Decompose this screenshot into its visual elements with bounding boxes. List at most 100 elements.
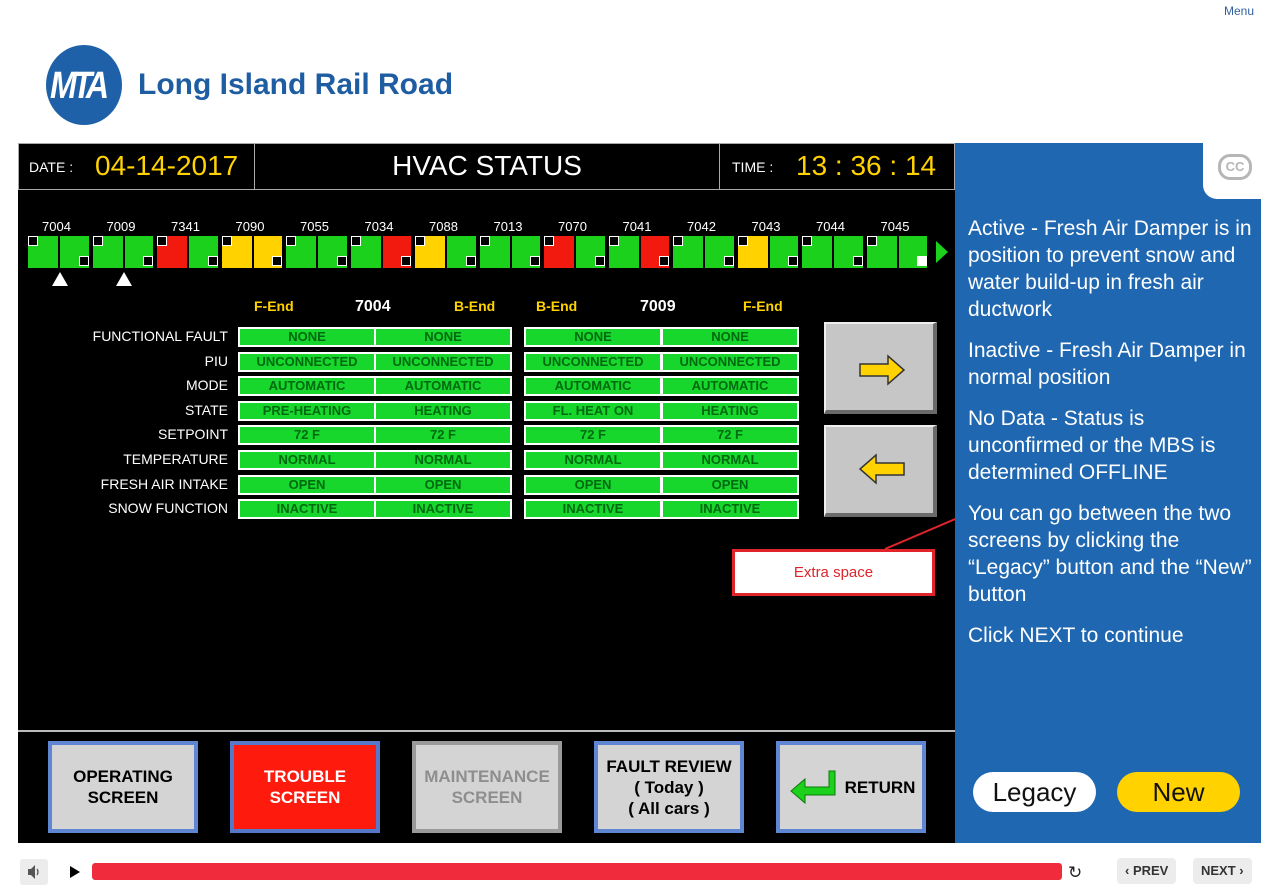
replay-icon[interactable]: ↻	[1068, 863, 1082, 883]
return-button[interactable]: RETURN	[776, 741, 926, 833]
car-number: 7055	[300, 219, 329, 234]
status-cell: NONE	[374, 327, 512, 347]
return-arrow-icon	[789, 770, 836, 805]
status-row-label: SNOW FUNCTION	[108, 500, 228, 517]
status-cell: AUTOMATIC	[661, 376, 799, 397]
time-cell: TIME : 13 : 36 : 14	[720, 144, 954, 189]
status-cell: AUTOMATIC	[374, 376, 512, 397]
date-value: 04-14-2017	[95, 150, 239, 181]
car-end-marker	[479, 236, 490, 246]
time-value: 13 : 36 : 14	[796, 150, 937, 181]
play-icon[interactable]	[70, 866, 80, 878]
status-row-label: TEMPERATURE	[123, 451, 228, 467]
prev-button[interactable]: ‹ PREV	[1117, 858, 1177, 884]
car-end-marker	[272, 256, 282, 266]
date-label: DATE :	[29, 159, 74, 175]
status-cell: NONE	[661, 327, 799, 347]
screen-title: HVAC STATUS	[255, 144, 720, 189]
status-cell: HEATING	[374, 400, 512, 421]
car-end-marker	[157, 236, 167, 246]
car-end-marker	[92, 236, 103, 246]
progress-bar[interactable]	[92, 863, 1062, 880]
status-row-label: MODE	[186, 377, 228, 394]
car-end-marker	[465, 256, 476, 266]
status-cell: PRE-HEATING	[238, 400, 376, 421]
status-cell: HEATING	[661, 400, 799, 421]
car-number: 7044	[816, 219, 845, 234]
button-label: TROUBLE	[263, 767, 347, 786]
status-cell: OPEN	[238, 474, 376, 495]
car-end-marker	[415, 236, 425, 246]
car-end-marker	[544, 236, 554, 246]
closed-captions-button[interactable]: CC	[1203, 143, 1261, 199]
button-label: OPERATING	[73, 767, 173, 786]
status-cell: 72 F	[374, 425, 512, 446]
car-end-marker	[221, 236, 232, 246]
car-number: 7009	[106, 219, 136, 234]
status-cell: INACTIVE	[661, 499, 799, 520]
car-number: 7070	[558, 219, 587, 234]
car-number-heading: 7009	[640, 298, 676, 315]
status-cell: OPEN	[524, 474, 662, 495]
car-end-marker	[143, 256, 153, 266]
next-button[interactable]: NEXT ›	[1193, 858, 1252, 884]
button-label: ( All cars )	[628, 798, 710, 818]
car-end-marker	[673, 236, 683, 246]
status-cell: UNCONNECTED	[374, 351, 512, 372]
status-cell: OPEN	[374, 474, 512, 495]
car-end-marker	[530, 256, 540, 266]
status-cell: NORMAL	[238, 450, 376, 470]
status-row-label: SETPOINT	[157, 426, 228, 443]
selected-car-marker	[116, 272, 132, 286]
maintenance-screen-button[interactable]: MAINTENANCE SCREEN	[412, 741, 562, 833]
extra-space-callout: Extra space	[732, 549, 935, 596]
car-end-marker	[802, 236, 812, 246]
screen-header: DATE : 04-14-2017 HVAC STATUS TIME : 13 …	[18, 143, 955, 190]
cc-icon: CC	[1218, 154, 1252, 180]
button-label: SCREEN	[269, 788, 341, 807]
button-label: ( Today )	[634, 777, 704, 797]
next-car-button[interactable]	[824, 322, 937, 414]
status-row-label: STATE	[184, 401, 228, 418]
status-cell: UNCONNECTED	[238, 351, 376, 372]
status-cell: AUTOMATIC	[524, 376, 662, 397]
car-number: 7045	[880, 219, 910, 234]
menu-link[interactable]: Menu	[1224, 4, 1254, 18]
end-label: F-End	[254, 298, 294, 314]
car-number-row: 7004 7009 7341 7090 7055 7034 7088 7013 7070 7041…	[18, 219, 955, 235]
car-number: 7013	[493, 219, 523, 234]
sidebar-paragraph: Inactive - Fresh Air Damper in normal po…	[968, 339, 1246, 389]
legacy-button[interactable]: Legacy	[973, 772, 1096, 812]
function-bar-divider	[18, 730, 955, 732]
date-cell: DATE : 04-14-2017	[19, 144, 255, 189]
new-button[interactable]: New	[1117, 772, 1240, 812]
status-cell: OPEN	[661, 474, 799, 495]
car-end-marker	[28, 236, 38, 246]
prev-car-button[interactable]	[824, 425, 937, 517]
fault-review-button[interactable]: FAULT REVIEW( Today )( All cars )	[594, 741, 744, 833]
car-end-marker	[336, 256, 347, 266]
car-number: 7341	[171, 219, 200, 234]
car-end-marker	[594, 256, 605, 266]
status-cell: 72 F	[524, 425, 662, 446]
status-cell: INACTIVE	[524, 499, 662, 520]
volume-button[interactable]	[20, 859, 48, 885]
train-consist[interactable]	[28, 236, 938, 268]
status-cell: NORMAL	[524, 450, 662, 470]
sidebar-paragraph: Active - Fresh Air Damper is in position…	[968, 217, 1252, 321]
car-number: 7088	[429, 219, 458, 234]
mta-logo: MTA	[46, 45, 122, 125]
train-direction-arrow	[936, 241, 948, 263]
selected-car-marker	[52, 272, 68, 286]
car-number: 7090	[235, 219, 265, 234]
status-cell: UNCONNECTED	[661, 351, 799, 372]
trouble-screen-button[interactable]: TROUBLE SCREEN	[230, 741, 380, 833]
car-end-marker	[207, 256, 218, 266]
status-cell: INACTIVE	[238, 499, 376, 520]
brand-title: Long Island Rail Road	[138, 68, 454, 101]
status-cell: FL. HEAT ON	[524, 400, 662, 421]
car-number: 7034	[364, 219, 394, 234]
status-row-label: PIU	[204, 352, 228, 369]
operating-screen-button[interactable]: OPERATING SCREEN	[48, 741, 198, 833]
status-row-label: FRESH AIR INTAKE	[100, 475, 228, 492]
